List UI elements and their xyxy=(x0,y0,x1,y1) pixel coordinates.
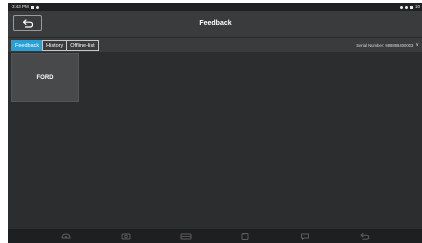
tab-offline-list[interactable]: Offline-list xyxy=(66,40,99,51)
diagnose-icon[interactable] xyxy=(58,232,74,241)
bottom-nav xyxy=(8,229,422,243)
signal-icon xyxy=(404,5,408,9)
screen: 3:43 PM 10 Feedback Feedback History Off… xyxy=(8,3,422,243)
serial-number-label: Serial Number: 988888400003 xyxy=(356,43,414,48)
back-button[interactable] xyxy=(13,15,42,31)
return-icon[interactable] xyxy=(357,232,373,241)
message-icon[interactable] xyxy=(297,232,313,241)
tab-list: Feedback History Offline-list xyxy=(11,40,99,51)
page-title: Feedback xyxy=(199,20,232,27)
title-bar: Feedback xyxy=(8,11,422,37)
status-right: 10 xyxy=(399,3,420,11)
status-bar: 3:43 PM 10 xyxy=(8,3,422,11)
chevron-down-icon: ∨ xyxy=(415,42,419,48)
serial-number-selector[interactable]: Serial Number: 988888400003 ∨ xyxy=(356,38,419,53)
tab-bar: Feedback History Offline-list Serial Num… xyxy=(8,37,422,53)
status-time: 3:43 PM xyxy=(12,4,29,9)
status-left: 3:43 PM xyxy=(12,3,39,11)
vehicle-icon[interactable] xyxy=(178,232,194,241)
vehicle-tile-label: FORD xyxy=(36,74,54,81)
camera-icon[interactable] xyxy=(118,232,134,241)
battery-icon xyxy=(409,5,413,9)
wifi-icon xyxy=(399,5,403,9)
vehicle-tile-ford[interactable]: FORD xyxy=(11,53,79,102)
copy-icon[interactable] xyxy=(237,232,253,241)
tab-history[interactable]: History xyxy=(42,40,68,51)
notification-icon xyxy=(30,5,34,9)
back-arrow-icon xyxy=(22,18,33,28)
battery-level: 10 xyxy=(414,4,420,9)
vehicle-grid: FORD xyxy=(8,52,422,229)
tab-feedback[interactable]: Feedback xyxy=(11,40,44,51)
sync-icon xyxy=(35,5,39,9)
